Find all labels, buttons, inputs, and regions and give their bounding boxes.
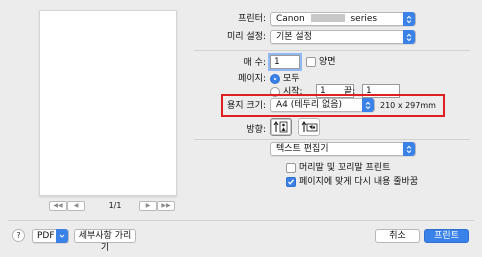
next-page-button[interactable]: ▶ <box>139 201 157 211</box>
printer-model-redacted <box>310 14 345 22</box>
printer-select[interactable]: Canon series <box>270 12 416 26</box>
section-divider <box>194 139 470 140</box>
rewrap-label: 페이지에 맞게 다시 내용 줄바꿈 <box>299 177 419 187</box>
presets-value: 기본 설정 <box>276 32 312 42</box>
orientation-label: 방향: <box>246 125 266 135</box>
paper-size-select[interactable]: A4 (테두리 없음) <box>270 98 375 112</box>
rewrap-checkbox[interactable] <box>286 177 296 187</box>
header-footer-checkbox[interactable] <box>286 163 296 173</box>
pages-label: 페이지: <box>238 74 266 84</box>
printer-name-suffix: series <box>350 14 378 24</box>
copies-input[interactable]: 1 <box>270 55 300 69</box>
duplex-checkbox[interactable] <box>306 57 316 67</box>
panel-select[interactable]: 텍스트 편집기 <box>270 142 416 156</box>
orientation-landscape-button[interactable] <box>298 118 320 136</box>
portrait-orientation-icon <box>273 121 288 133</box>
footer-divider <box>8 220 474 221</box>
header-footer-label: 머리말 및 꼬리말 프린트 <box>299 163 391 173</box>
printer-label: 프린터: <box>238 14 266 24</box>
chevron-updown-icon <box>403 142 415 156</box>
chevron-updown-icon <box>403 12 415 26</box>
paper-dimensions: 210 x 297mm <box>380 101 436 110</box>
page-indicator: 1/1 <box>108 201 122 210</box>
hide-details-button[interactable]: 세부사항 가리기 <box>74 229 136 253</box>
cancel-button[interactable]: 취소 <box>375 229 420 243</box>
print-button[interactable]: 프린트 <box>424 229 469 243</box>
prev-page-button[interactable]: ◀ <box>67 201 85 211</box>
help-button[interactable]: ? <box>12 229 25 242</box>
pdf-menu-button[interactable]: PDF <box>32 229 69 243</box>
landscape-orientation-icon <box>301 121 318 132</box>
presets-label: 미리 설정: <box>226 32 266 42</box>
checkmark-icon <box>288 179 295 185</box>
pages-all-radio[interactable] <box>270 74 280 84</box>
panel-select-value: 텍스트 편집기 <box>276 144 329 154</box>
pages-all-label: 모두 <box>283 74 300 84</box>
pdf-label: PDF <box>37 231 55 241</box>
duplex-label: 양면 <box>319 57 336 67</box>
orientation-portrait-button[interactable] <box>270 118 292 136</box>
chevron-updown-icon <box>362 98 374 112</box>
paper-size-label: 용지 크기: <box>226 101 266 111</box>
paper-size-value: A4 (테두리 없음) <box>276 100 343 110</box>
chevron-down-icon <box>56 229 68 243</box>
section-divider <box>194 50 470 51</box>
printer-name-prefix: Canon <box>276 14 305 24</box>
last-page-button[interactable]: ▶▶ <box>157 201 175 211</box>
presets-select[interactable]: 기본 설정 <box>270 30 416 44</box>
copies-label: 매 수: <box>243 58 266 68</box>
first-page-button[interactable]: ◀◀ <box>49 201 67 211</box>
preview-page <box>39 10 177 196</box>
chevron-updown-icon <box>403 30 415 44</box>
